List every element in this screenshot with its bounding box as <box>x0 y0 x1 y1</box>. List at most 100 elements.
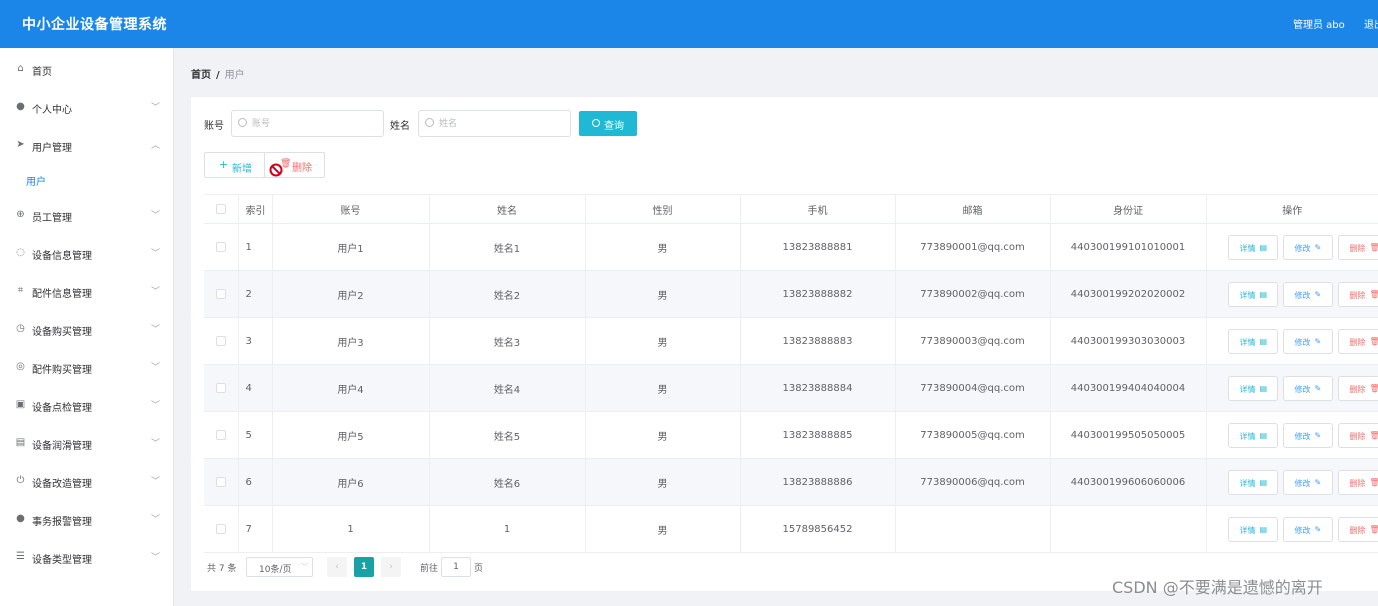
delete-button-label: 删除 <box>292 163 312 174</box>
row-checkbox[interactable] <box>215 288 226 299</box>
row-checkbox[interactable] <box>215 429 226 440</box>
detail-button[interactable]: 详情 ▤ <box>1227 329 1278 354</box>
edit-button[interactable]: 修改 ✎ <box>1282 329 1333 354</box>
sidebar-item-label: 配件信息管理 <box>32 289 92 300</box>
row-select-cell <box>204 458 239 506</box>
pagination-total: 共 7 条 <box>207 564 237 574</box>
chevron-down-icon: ﹀ <box>301 563 308 571</box>
row-checkbox[interactable] <box>215 241 226 252</box>
edit-button[interactable]: 修改 ✎ <box>1282 235 1333 260</box>
column-header: 手机 <box>740 194 896 224</box>
detail-button[interactable]: 详情 ▤ <box>1227 376 1278 401</box>
sidebar-item-label: 事务报警管理 <box>32 517 92 528</box>
goto-page-input[interactable]: 1 <box>441 557 471 577</box>
sidebar-item-label: 设备润滑管理 <box>32 441 92 452</box>
detail-button[interactable]: 详情 ▤ <box>1227 235 1278 260</box>
sidebar-item-7[interactable]: ◷ 设备购买管理 ﹀ <box>0 317 174 341</box>
add-button-label: 新增 <box>232 164 252 175</box>
edit-button[interactable]: 修改 ✎ <box>1282 470 1333 495</box>
sidebar-item-8[interactable]: ◎ 配件购买管理 ﹀ <box>0 355 174 379</box>
phone-cell: 13823888885 <box>740 411 896 459</box>
row-delete-button[interactable]: 删除 🗑 <box>1337 517 1378 542</box>
row-checkbox[interactable] <box>215 476 226 487</box>
name-search-input[interactable] <box>439 115 564 133</box>
sidebar-item-5[interactable]: ◌ 设备信息管理 ﹀ <box>0 241 174 265</box>
operations-cell: 详情▤修改✎删除🗑 <box>1206 317 1378 365</box>
detail-button[interactable]: 详情 ▤ <box>1227 423 1278 448</box>
document-icon: ▤ <box>1259 478 1268 487</box>
row-delete-button[interactable]: 删除 🗑 <box>1337 235 1378 260</box>
sidebar-item-9[interactable]: ▣ 设备点检管理 ﹀ <box>0 393 174 417</box>
sidebar-item-4[interactable]: ⊕ 员工管理 ﹀ <box>0 203 174 227</box>
account-cell: 用户4 <box>272 364 430 412</box>
name-search-field[interactable] <box>418 110 571 137</box>
account-search-input[interactable] <box>252 115 377 133</box>
row-checkbox[interactable] <box>215 335 226 346</box>
row-checkbox[interactable] <box>215 523 226 534</box>
detail-button-label: 详情 <box>1239 244 1256 253</box>
row-delete-button-label: 删除 <box>1349 385 1366 394</box>
detail-button[interactable]: 详情 ▤ <box>1227 470 1278 495</box>
email-cell: 773890001@qq.com <box>895 223 1051 271</box>
pencil-icon: ✎ <box>1314 431 1322 440</box>
sidebar-item-label: 设备购买管理 <box>32 327 92 338</box>
chevron-down-icon: ﹀ <box>151 287 161 297</box>
breadcrumb-home[interactable]: 首页 <box>191 70 211 81</box>
document-icon: ▤ <box>1259 384 1268 393</box>
breadcrumb: 首页 / 用户 <box>191 66 245 81</box>
email-cell: 773890004@qq.com <box>895 364 1051 412</box>
row-delete-button[interactable]: 删除 🗑 <box>1337 282 1378 307</box>
current-page-button[interactable]: 1 <box>354 557 374 577</box>
sidebar-item-13[interactable]: ☰ 设备类型管理 ﹀ <box>0 545 174 569</box>
sidebar-item-12[interactable]: ● 事务报警管理 ﹀ <box>0 507 174 531</box>
select-all-checkbox[interactable] <box>215 203 226 214</box>
sidebar-item-11[interactable]: ⏻ 设备改造管理 ﹀ <box>0 469 174 493</box>
query-button-label: 查询 <box>604 121 624 132</box>
name-cell: 姓名3 <box>429 317 586 365</box>
gender-cell: 男 <box>585 364 741 412</box>
next-page-button[interactable]: › <box>381 557 401 577</box>
edit-button[interactable]: 修改 ✎ <box>1282 376 1333 401</box>
table-row: 2 用户2 姓名2 男 13823888882 773890002@qq.com 44030… <box>204 270 1378 318</box>
account-cell: 用户5 <box>272 411 430 459</box>
edit-button[interactable]: 修改 ✎ <box>1282 423 1333 448</box>
chevron-down-icon: ﹀ <box>151 249 161 259</box>
detail-button[interactable]: 详情 ▤ <box>1227 517 1278 542</box>
edit-button[interactable]: 修改 ✎ <box>1282 517 1333 542</box>
column-header: 性别 <box>585 194 741 224</box>
query-button[interactable]: 查询 <box>579 111 637 136</box>
edit-button[interactable]: 修改 ✎ <box>1282 282 1333 307</box>
sidebar-subitem-users[interactable]: 用户 <box>0 168 174 190</box>
goto-label: 前往 <box>420 564 439 574</box>
sidebar-item-2[interactable]: ● 个人中心 ﹀ <box>0 95 174 119</box>
add-button[interactable]: + 新增 <box>204 152 265 178</box>
detail-button[interactable]: 详情 ▤ <box>1227 282 1278 307</box>
row-delete-button[interactable]: 删除 🗑 <box>1337 423 1378 448</box>
user-icon: ● <box>16 101 25 112</box>
trash-icon: 🗑 <box>1370 525 1378 534</box>
row-select-cell <box>204 364 239 412</box>
account-search-field[interactable] <box>231 110 384 137</box>
sidebar-item-6[interactable]: ⌗ 配件信息管理 ﹀ <box>0 279 174 303</box>
row-delete-button[interactable]: 删除 🗑 <box>1337 470 1378 495</box>
page-size-select[interactable]: 10条/页 ﹀ <box>246 557 313 577</box>
sidebar-item-3[interactable]: ➤ 用户管理 ︿ <box>0 133 174 157</box>
row-delete-button[interactable]: 删除 🗑 <box>1337 329 1378 354</box>
logout-link[interactable]: 退出 <box>1364 16 1378 31</box>
prev-page-button[interactable]: ‹ <box>327 557 347 577</box>
row-checkbox[interactable] <box>215 382 226 393</box>
chevron-up-icon: ︿ <box>151 141 161 151</box>
document-icon: ▤ <box>1259 290 1268 299</box>
chevron-down-icon: ﹀ <box>151 477 161 487</box>
sidebar-item-1[interactable]: ⌂ 首页 <box>0 57 174 81</box>
target-icon: ⊕ <box>16 209 25 220</box>
power-icon: ⏻ <box>16 475 25 486</box>
row-delete-button[interactable]: 删除 🗑 <box>1337 376 1378 401</box>
table-row: 1 用户1 姓名1 男 13823888881 773890001@qq.com 44030… <box>204 223 1378 271</box>
sidebar-item-label: 用户管理 <box>32 143 72 154</box>
sidebar-item-label: 个人中心 <box>32 105 72 116</box>
sidebar-item-10[interactable]: ▤ 设备润滑管理 ﹀ <box>0 431 174 455</box>
index-cell: 6 <box>238 458 273 506</box>
row-delete-button-label: 删除 <box>1349 244 1366 253</box>
name-filter-label: 姓名 <box>390 121 410 132</box>
